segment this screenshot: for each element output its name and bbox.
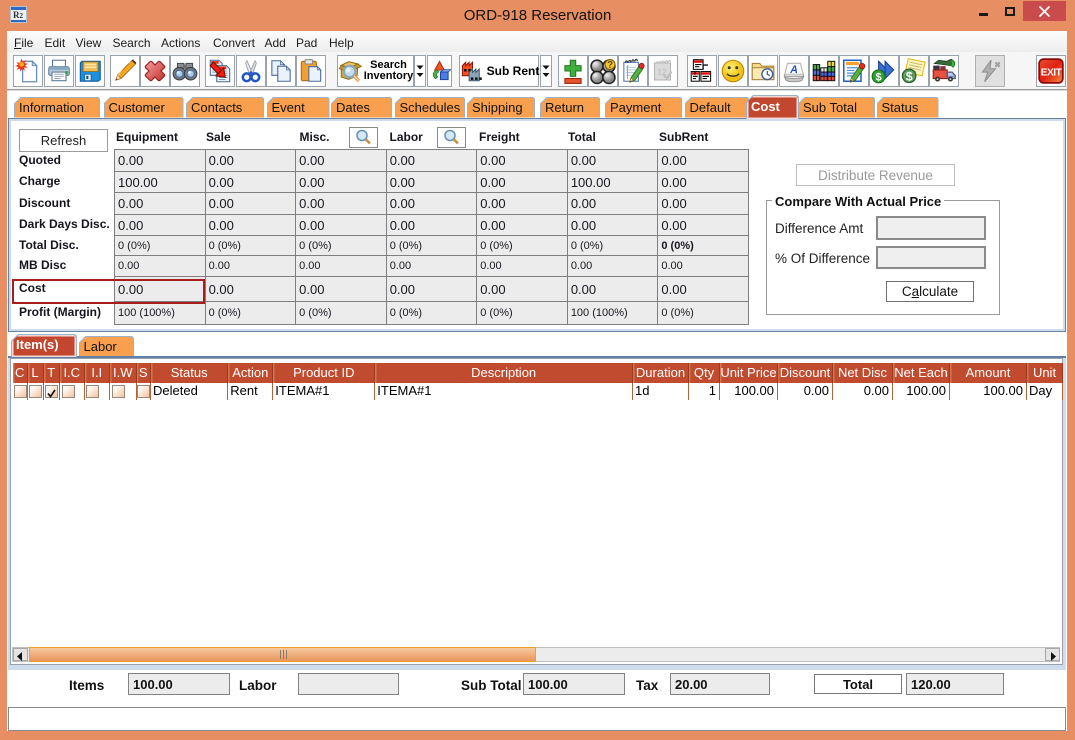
svg-text:EXIT: EXIT xyxy=(1041,67,1063,78)
svg-text:A: A xyxy=(789,64,798,76)
svg-text:$: $ xyxy=(906,69,913,83)
svg-text:?: ? xyxy=(607,60,613,71)
svg-text:$: $ xyxy=(876,72,882,84)
